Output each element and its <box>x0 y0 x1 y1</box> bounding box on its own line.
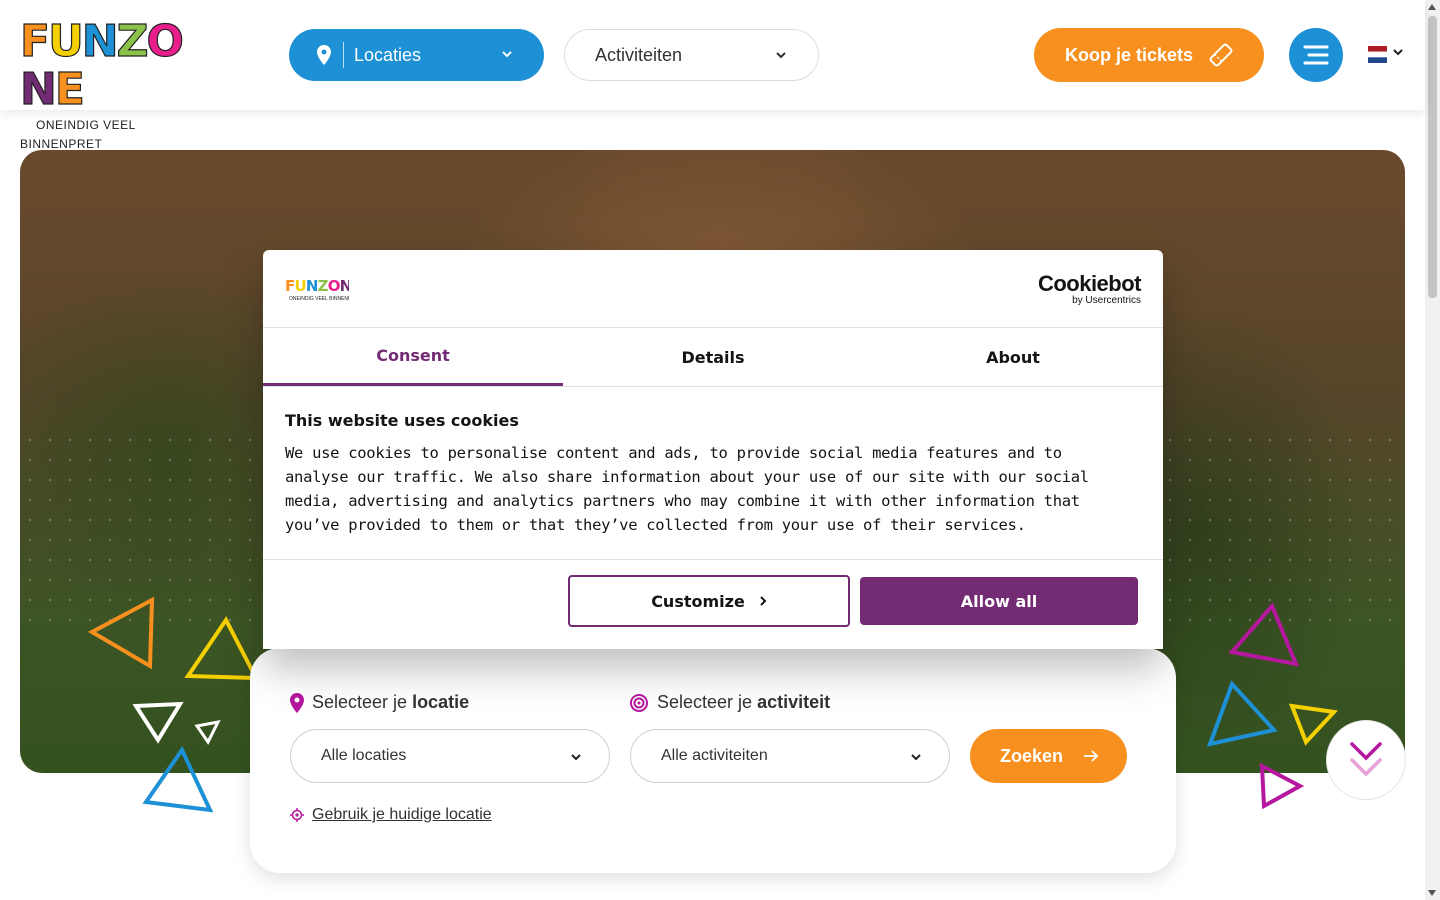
location-select-label: Selecteer je locatie <box>290 692 469 713</box>
locations-label: Locaties <box>354 44 422 65</box>
scroll-down-arrow-icon[interactable] <box>1428 890 1436 896</box>
hamburger-menu-button[interactable] <box>1289 28 1343 82</box>
search-button-label: Zoeken <box>1000 745 1064 766</box>
location-select[interactable]: Alle locaties <box>290 729 610 783</box>
location-label-prefix: Selecteer je <box>312 692 408 712</box>
divider <box>343 42 344 68</box>
svg-text:ONEINDIG VEEL BINNENPRET: ONEINDIG VEEL BINNENPRET <box>289 296 349 302</box>
activity-select-value: Alle activiteiten <box>661 747 768 764</box>
crosshair-icon <box>290 808 304 822</box>
site-header: FUNZONE ONEINDIG VEEL BINNENPRET Locatie… <box>0 0 1425 151</box>
use-current-location-link[interactable]: Gebruik je huidige locatie <box>290 806 492 824</box>
tab-about[interactable]: About <box>863 328 1163 386</box>
customize-button[interactable]: Customize <box>568 575 850 627</box>
cookiebot-subtitle: by Usercentrics <box>1072 295 1141 306</box>
divider <box>263 559 1163 560</box>
tab-consent[interactable]: Consent <box>263 328 563 386</box>
activities-label: Activiteiten <box>595 44 683 65</box>
tab-details[interactable]: Details <box>563 328 863 386</box>
chevron-down-icon[interactable] <box>1391 46 1405 60</box>
scrollbar-thumb[interactable] <box>1428 16 1437 298</box>
cookiebot-wordmark: Cookiebot <box>1037 271 1142 296</box>
allow-all-button[interactable]: Allow all <box>860 577 1138 625</box>
logo-tagline: ONEINDIG VEEL BINNENPRET <box>20 118 136 151</box>
location-label-bold: locatie <box>412 692 470 712</box>
chevron-down-icon <box>571 754 581 761</box>
activity-label-prefix: Selecteer je <box>657 692 753 712</box>
cookie-title: This website uses cookies <box>285 411 519 430</box>
logo-wordmark: FUNZONE <box>19 16 184 115</box>
search-button[interactable]: Zoeken <box>970 729 1127 783</box>
chevron-down-icon <box>502 51 512 58</box>
scroll-up-arrow-icon[interactable] <box>1428 4 1436 10</box>
arrow-right-icon <box>1084 750 1099 762</box>
chevron-down-icon <box>776 52 786 59</box>
divider <box>263 386 1163 387</box>
funzone-logo[interactable]: FUNZONE ONEINDIG VEEL BINNENPRET <box>19 17 215 151</box>
cookiebot-logo[interactable]: Cookiebot by Usercentrics <box>1037 271 1142 307</box>
dutch-flag-icon[interactable] <box>1368 46 1387 63</box>
cookie-consent-dialog: FUNZONE ONEINDIG VEEL BINNENPRET Cookieb… <box>263 250 1163 649</box>
scroll-down-button[interactable] <box>1326 720 1406 800</box>
cookie-description: We use cookies to personalise content an… <box>285 444 1089 534</box>
activity-select-label: Selecteer je activiteit <box>629 692 830 713</box>
location-select-value: Alle locaties <box>321 747 407 764</box>
use-current-location-label: Gebruik je huidige locatie <box>312 806 492 823</box>
buy-tickets-button[interactable]: Koop je tickets <box>1034 28 1264 82</box>
search-panel: Selecteer je locatie Selecteer je activi… <box>250 648 1176 873</box>
target-icon <box>630 693 648 712</box>
svg-text:FUNZONE: FUNZONE <box>285 277 349 295</box>
activities-dropdown[interactable]: Activiteiten <box>564 29 819 81</box>
map-pin-icon <box>290 692 304 713</box>
ticket-icon <box>1209 43 1233 67</box>
menu-icon <box>1303 45 1329 65</box>
activity-select[interactable]: Alle activiteiten <box>630 729 950 783</box>
locations-dropdown[interactable]: Locaties <box>289 29 544 81</box>
chevron-right-icon <box>760 596 767 606</box>
page-scrollbar[interactable] <box>1425 0 1440 900</box>
funzone-small-logo: FUNZONE ONEINDIG VEEL BINNENPRET <box>285 277 349 302</box>
chevron-down-icon <box>911 754 921 761</box>
double-chevron-down-icon <box>1350 742 1382 777</box>
activity-label-bold: activiteit <box>757 692 831 712</box>
map-pin-icon <box>317 45 331 65</box>
customize-label: Customize <box>651 591 745 611</box>
buy-tickets-label: Koop je tickets <box>1065 44 1194 65</box>
